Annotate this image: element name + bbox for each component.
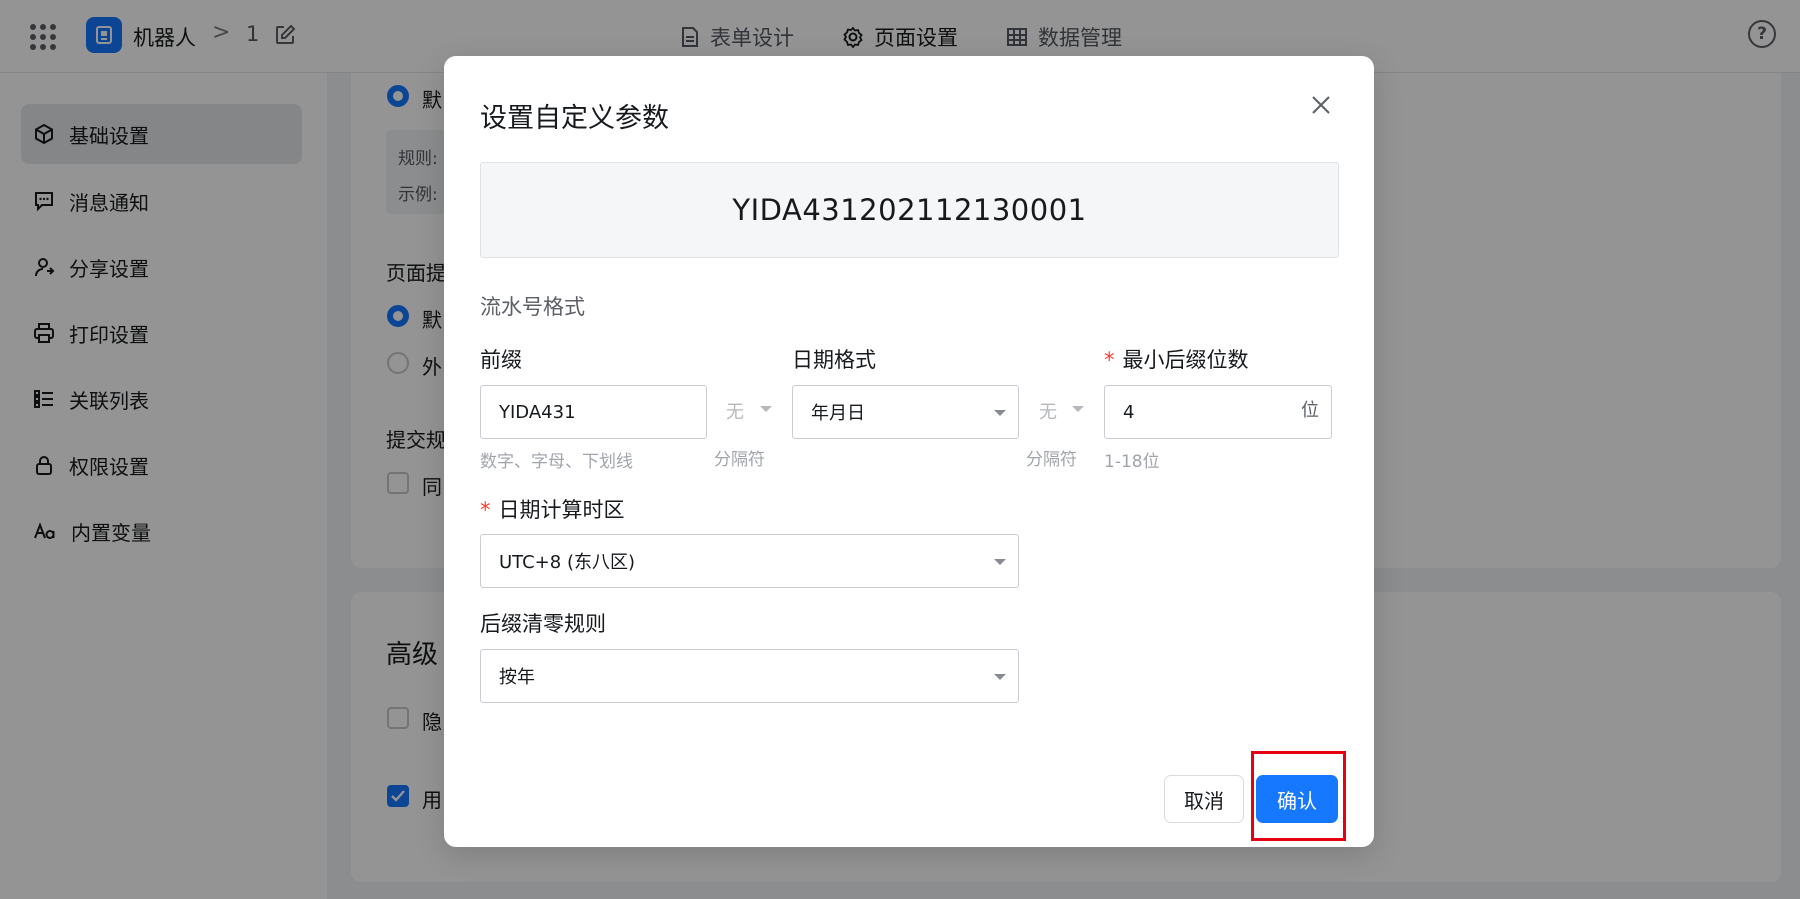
separator-1-hint: 分隔符 <box>714 450 765 470</box>
timezone-select[interactable]: UTC+8 (东八区) <box>480 534 1019 588</box>
min-digits-label: * 最小后缀位数 <box>1104 344 1249 374</box>
prefix-input[interactable]: YIDA431 <box>480 385 707 439</box>
chevron-down-icon <box>994 559 1006 565</box>
min-digits-unit: 位 <box>1301 400 1319 421</box>
timezone-value: UTC+8 (东八区) <box>499 552 635 573</box>
prefix-value: YIDA431 <box>499 401 576 423</box>
prefix-hint: 数字、字母、下划线 <box>480 452 633 472</box>
chevron-down-icon <box>760 406 772 412</box>
separator-2-select[interactable]: 无 <box>1039 398 1057 424</box>
close-icon[interactable] <box>1306 90 1336 120</box>
separator-2-hint: 分隔符 <box>1026 450 1077 470</box>
timezone-label: * 日期计算时区 <box>480 494 625 524</box>
separator-1-select[interactable]: 无 <box>726 398 744 424</box>
highlight-box <box>1251 751 1346 841</box>
min-digits-value: 4 <box>1123 401 1135 423</box>
date-format-label: 日期格式 <box>792 348 876 372</box>
serial-format-label: 流水号格式 <box>480 295 585 319</box>
reset-rule-select[interactable]: 按年 <box>480 649 1019 703</box>
reset-rule-label: 后缀清零规则 <box>480 612 606 636</box>
chevron-down-icon <box>994 674 1006 680</box>
required-mark: * <box>1104 348 1115 372</box>
min-digits-hint: 1-18位 <box>1104 452 1160 472</box>
min-digits-input[interactable]: 4 位 <box>1104 385 1332 439</box>
chevron-down-icon <box>1072 406 1084 412</box>
prefix-label: 前缀 <box>480 348 522 372</box>
chevron-down-icon <box>994 410 1006 416</box>
cancel-button[interactable]: 取消 <box>1164 775 1244 823</box>
timezone-label-text: 日期计算时区 <box>498 498 625 522</box>
date-format-select[interactable]: 年月日 <box>792 385 1019 439</box>
reset-rule-value: 按年 <box>499 667 535 688</box>
min-digits-label-text: 最小后缀位数 <box>1122 348 1249 372</box>
dialog-title: 设置自定义参数 <box>480 103 669 134</box>
serial-number-preview: YIDA431202112130001 <box>480 162 1339 258</box>
date-format-value: 年月日 <box>811 403 865 424</box>
custom-params-dialog: 设置自定义参数 YIDA431202112130001 流水号格式 前缀 YID… <box>444 56 1374 847</box>
required-mark: * <box>480 498 491 522</box>
